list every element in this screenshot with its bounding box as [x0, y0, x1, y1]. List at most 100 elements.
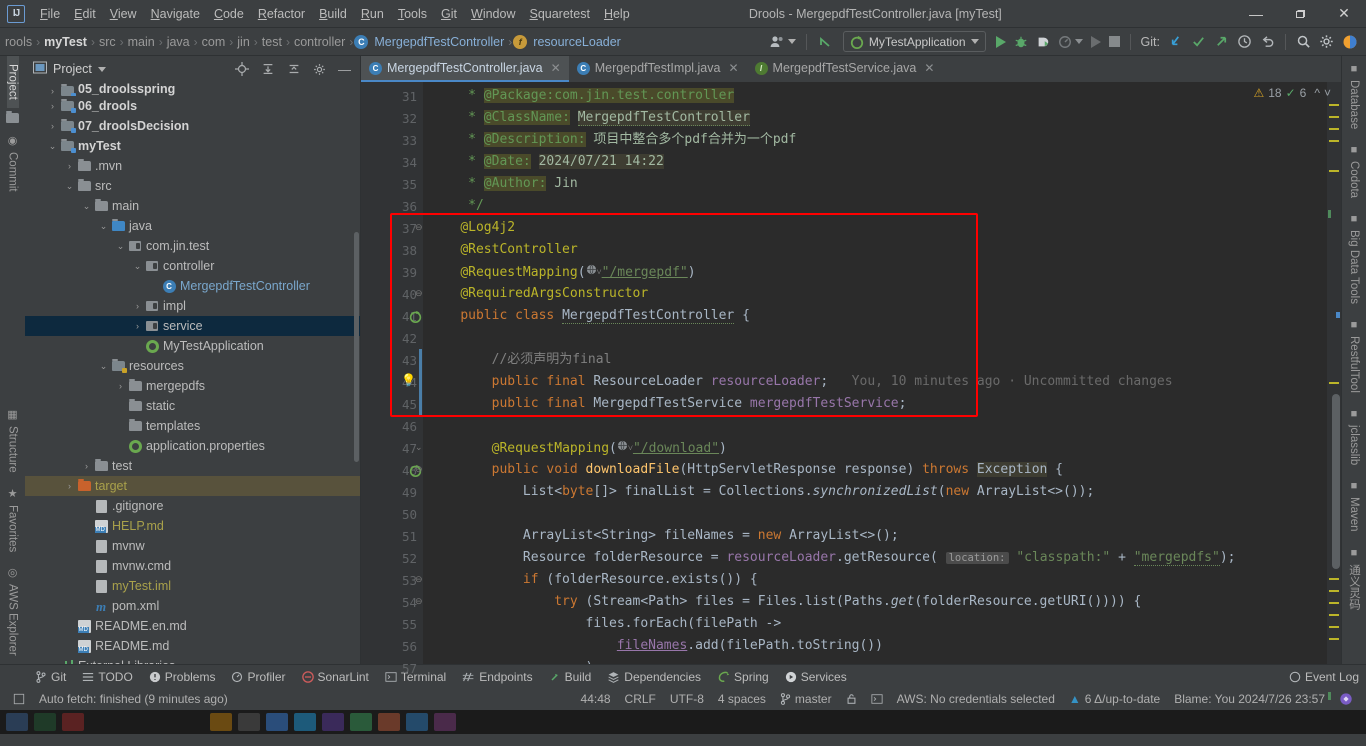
scrollbar-warning-stripe[interactable]	[1329, 104, 1339, 106]
toolwindow-git[interactable]: Git	[28, 670, 73, 684]
breadcrumb-mytest[interactable]: myTest	[41, 35, 90, 49]
sidebar-item-aws-explorer[interactable]: ◎ AWS Explorer	[7, 560, 19, 664]
code-content[interactable]: * @Package:com.jin.test.controller * @Cl…	[423, 82, 1327, 664]
aws-status[interactable]: AWS: No credentials selected	[890, 692, 1062, 706]
code-line-55[interactable]: files.forEach(filePath ->	[423, 613, 1327, 635]
menu-code[interactable]: Code	[207, 3, 251, 25]
toolwindow-event-log[interactable]: Event Log	[1282, 670, 1366, 684]
code-line-41[interactable]: public class MergepdfTestController {	[423, 305, 1327, 327]
profile-button[interactable]	[1054, 32, 1087, 52]
next-problem-button[interactable]: ˅	[1324, 86, 1331, 100]
close-icon[interactable]: ✕	[551, 61, 561, 75]
toolwindow-spring[interactable]: Spring	[710, 670, 776, 684]
scrollbar-warning-stripe[interactable]	[1329, 382, 1339, 384]
updates-status[interactable]: ▲ 6 Δ/up-to-date	[1062, 692, 1167, 706]
breadcrumb-src[interactable]: src	[96, 35, 119, 49]
sidebar-item-maven[interactable]: ■ Maven	[1348, 473, 1360, 540]
taskbar-item[interactable]	[350, 713, 372, 731]
tree-twisty[interactable]: ⌄	[80, 201, 93, 212]
scrollbar-change-stripe[interactable]	[1328, 692, 1331, 700]
taskbar-item[interactable]	[210, 713, 232, 731]
tree-node-mytest-iml[interactable]: myTest.iml	[25, 576, 360, 596]
taskbar-item[interactable]	[34, 713, 56, 731]
code-line-47[interactable]: @RequestMapping(˅"/download")	[423, 437, 1327, 459]
tree-node-controller[interactable]: ⌄ controller	[25, 256, 360, 276]
toolwindow-endpoints[interactable]: Endpoints	[455, 670, 539, 684]
scrollbar-warning-stripe[interactable]	[1329, 590, 1339, 592]
scrollbar-warning-stripe[interactable]	[1329, 128, 1339, 130]
code-line-31[interactable]: * @Package:com.jin.test.controller	[423, 85, 1327, 107]
gutter-line-37[interactable]: 37	[361, 217, 423, 239]
tree-twisty[interactable]: ›	[131, 321, 144, 331]
tree-node-pom-xml[interactable]: m pom.xml	[25, 596, 360, 616]
sidebar-item-codota[interactable]: ■ Codota	[1348, 137, 1360, 206]
tree-node-resources[interactable]: ⌄ resources	[25, 356, 360, 376]
code-line-37[interactable]: @Log4j2	[423, 217, 1327, 239]
tree-twisty[interactable]: ›	[46, 661, 59, 664]
code-fold-marker[interactable]: ⊖	[415, 222, 423, 233]
tree-node-07-droolsdecision[interactable]: › 07_droolsDecision	[25, 116, 360, 136]
breadcrumb-jin[interactable]: jin	[234, 35, 253, 49]
debug-button[interactable]	[1010, 32, 1032, 52]
chevron-down-icon[interactable]	[97, 66, 106, 72]
taskbar-item[interactable]	[322, 713, 344, 731]
gutter-line-55[interactable]: 55	[361, 613, 423, 635]
prev-problem-button[interactable]: ^	[1314, 86, 1320, 100]
editor-tab-mergepdftestimpl-java[interactable]: C MergepdfTestImpl.java ✕	[569, 56, 747, 82]
sidebar-item-restfultool[interactable]: ■ RestfulTool	[1348, 312, 1360, 401]
code-fold-marker[interactable]: ⊖	[415, 596, 423, 607]
terminal-status-icon[interactable]	[864, 693, 890, 705]
gutter-line-50[interactable]: 50	[361, 503, 423, 525]
code-line-42[interactable]	[423, 327, 1327, 349]
sidebar-item-jclasslib[interactable]: ■ jclasslib	[1348, 401, 1360, 473]
code-line-46[interactable]	[423, 415, 1327, 437]
tree-node-05-droolsspring[interactable]: › 05_droolsspring	[25, 82, 360, 96]
taskbar-item[interactable]	[266, 713, 288, 731]
tree-node--mvn[interactable]: › .mvn	[25, 156, 360, 176]
tree-node-mvnw-cmd[interactable]: mvnw.cmd	[25, 556, 360, 576]
code-line-50[interactable]	[423, 503, 1327, 525]
vcs-change-marker[interactable]	[419, 349, 422, 415]
caret-position[interactable]: 44:48	[574, 692, 618, 706]
gutter-line-32[interactable]: 32	[361, 107, 423, 129]
code-line-57[interactable]: );	[423, 657, 1327, 664]
taskbar-item[interactable]	[378, 713, 400, 731]
breadcrumb-controller[interactable]: controller	[291, 35, 348, 49]
run-with-coverage-button[interactable]	[1032, 32, 1054, 52]
code-line-38[interactable]: @RestController	[423, 239, 1327, 261]
maximize-button[interactable]	[1278, 0, 1322, 27]
gear-icon[interactable]	[310, 63, 329, 76]
tree-node-service[interactable]: › service	[25, 316, 360, 336]
code-line-39[interactable]: @RequestMapping(˅"/mergepdf")	[423, 261, 1327, 283]
hide-panel-button[interactable]: —	[335, 62, 354, 77]
taskbar-item[interactable]	[434, 713, 456, 731]
editor-scrollbar[interactable]	[1327, 82, 1341, 700]
tree-node-mytestapplication[interactable]: MyTestApplication	[25, 336, 360, 356]
menu-run[interactable]: Run	[354, 3, 391, 25]
breadcrumb-rools[interactable]: rools	[2, 35, 35, 49]
scrollbar-warning-stripe[interactable]	[1329, 626, 1339, 628]
menu-tools[interactable]: Tools	[391, 3, 434, 25]
gutter-line-57[interactable]: 57	[361, 657, 423, 679]
tree-node-templates[interactable]: templates	[25, 416, 360, 436]
toolwindow-build[interactable]: Build	[542, 670, 599, 684]
tree-node-06-drools[interactable]: › 06_drools	[25, 96, 360, 116]
toolwindow-profiler[interactable]: Profiler	[224, 670, 292, 684]
git-commit-button[interactable]	[1187, 32, 1210, 52]
tongyi-status-icon[interactable]	[1332, 692, 1360, 706]
intention-bulb-icon[interactable]: 💡	[401, 373, 416, 387]
git-branch-widget[interactable]: master	[773, 692, 839, 706]
sidebar-item-database[interactable]: ■ Database	[1348, 56, 1360, 137]
code-fold-marker[interactable]: ⊖	[415, 574, 423, 585]
code-line-51[interactable]: ArrayList<String> fileNames = new ArrayL…	[423, 525, 1327, 547]
git-push-button[interactable]	[1210, 32, 1233, 52]
scrollbar-warning-stripe[interactable]	[1329, 578, 1339, 580]
settings-button[interactable]	[1315, 32, 1338, 52]
tree-twisty[interactable]: ›	[46, 86, 59, 96]
gutter-line-39[interactable]: 39	[361, 261, 423, 283]
gutter-line-36[interactable]: 36	[361, 195, 423, 217]
code-line-53[interactable]: if (folderResource.exists()) {	[423, 569, 1327, 591]
menu-build[interactable]: Build	[312, 3, 354, 25]
menu-navigate[interactable]: Navigate	[144, 3, 207, 25]
close-icon[interactable]: ✕	[728, 61, 738, 75]
